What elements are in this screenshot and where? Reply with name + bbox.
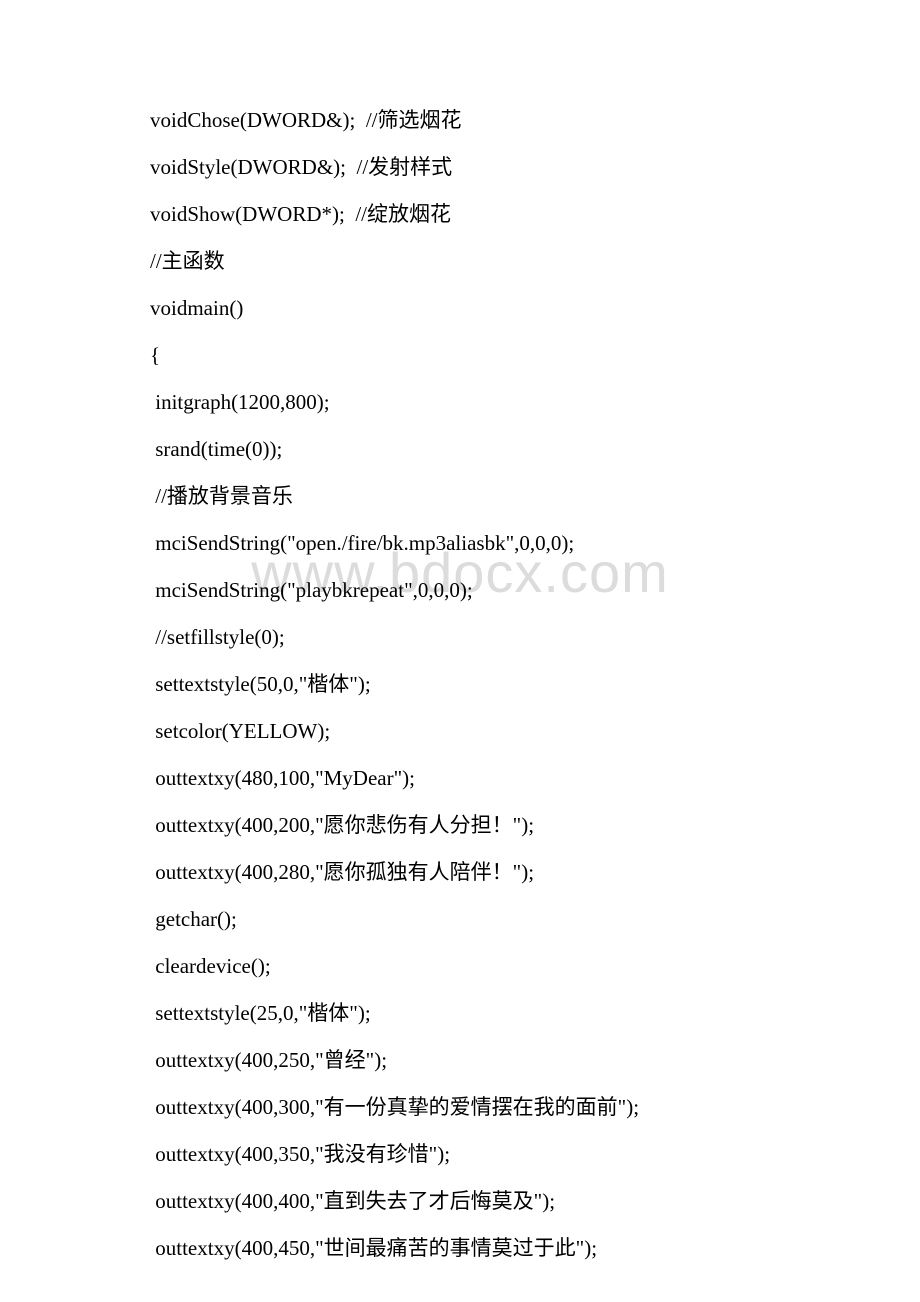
code-line: cleardevice(); bbox=[150, 956, 770, 977]
code-line: voidmain() bbox=[150, 298, 770, 319]
document-page: www.bdocx.com voidChose(DWORD&); //筛选烟花v… bbox=[0, 0, 920, 1302]
code-line: mciSendString("open./fire/bk.mp3aliasbk"… bbox=[150, 533, 770, 554]
code-line: getchar(); bbox=[150, 909, 770, 930]
code-block: voidChose(DWORD&); //筛选烟花 voidStyle(DWORD… bbox=[150, 110, 770, 1259]
code-line: outtextxy(400,200,"愿你悲伤有人分担！"); bbox=[150, 815, 770, 836]
code-line: voidChose(DWORD&); //筛选烟花 bbox=[150, 110, 770, 131]
code-line: outtextxy(400,350,"我没有珍惜"); bbox=[150, 1144, 770, 1165]
code-line: outtextxy(400,400,"直到失去了才后悔莫及"); bbox=[150, 1191, 770, 1212]
code-line: { bbox=[150, 345, 770, 366]
code-line: outtextxy(400,280,"愿你孤独有人陪伴！"); bbox=[150, 862, 770, 883]
code-line: settextstyle(25,0,"楷体"); bbox=[150, 1003, 770, 1024]
code-line: //主函数 bbox=[150, 251, 770, 272]
code-line: //播放背景音乐 bbox=[150, 486, 770, 507]
code-line: settextstyle(50,0,"楷体"); bbox=[150, 674, 770, 695]
code-line: outtextxy(400,450,"世间最痛苦的事情莫过于此"); bbox=[150, 1238, 770, 1259]
code-line: setcolor(YELLOW); bbox=[150, 721, 770, 742]
code-line: srand(time(0)); bbox=[150, 439, 770, 460]
code-line: mciSendString("playbkrepeat",0,0,0); bbox=[150, 580, 770, 601]
code-line: outtextxy(400,250,"曾经"); bbox=[150, 1050, 770, 1071]
code-line: outtextxy(400,300,"有一份真挚的爱情摆在我的面前"); bbox=[150, 1097, 770, 1118]
code-line: voidStyle(DWORD&); //发射样式 bbox=[150, 157, 770, 178]
code-line: outtextxy(480,100,"MyDear"); bbox=[150, 768, 770, 789]
code-line: voidShow(DWORD*); //绽放烟花 bbox=[150, 204, 770, 225]
code-line: //setfillstyle(0); bbox=[150, 627, 770, 648]
code-line: initgraph(1200,800); bbox=[150, 392, 770, 413]
